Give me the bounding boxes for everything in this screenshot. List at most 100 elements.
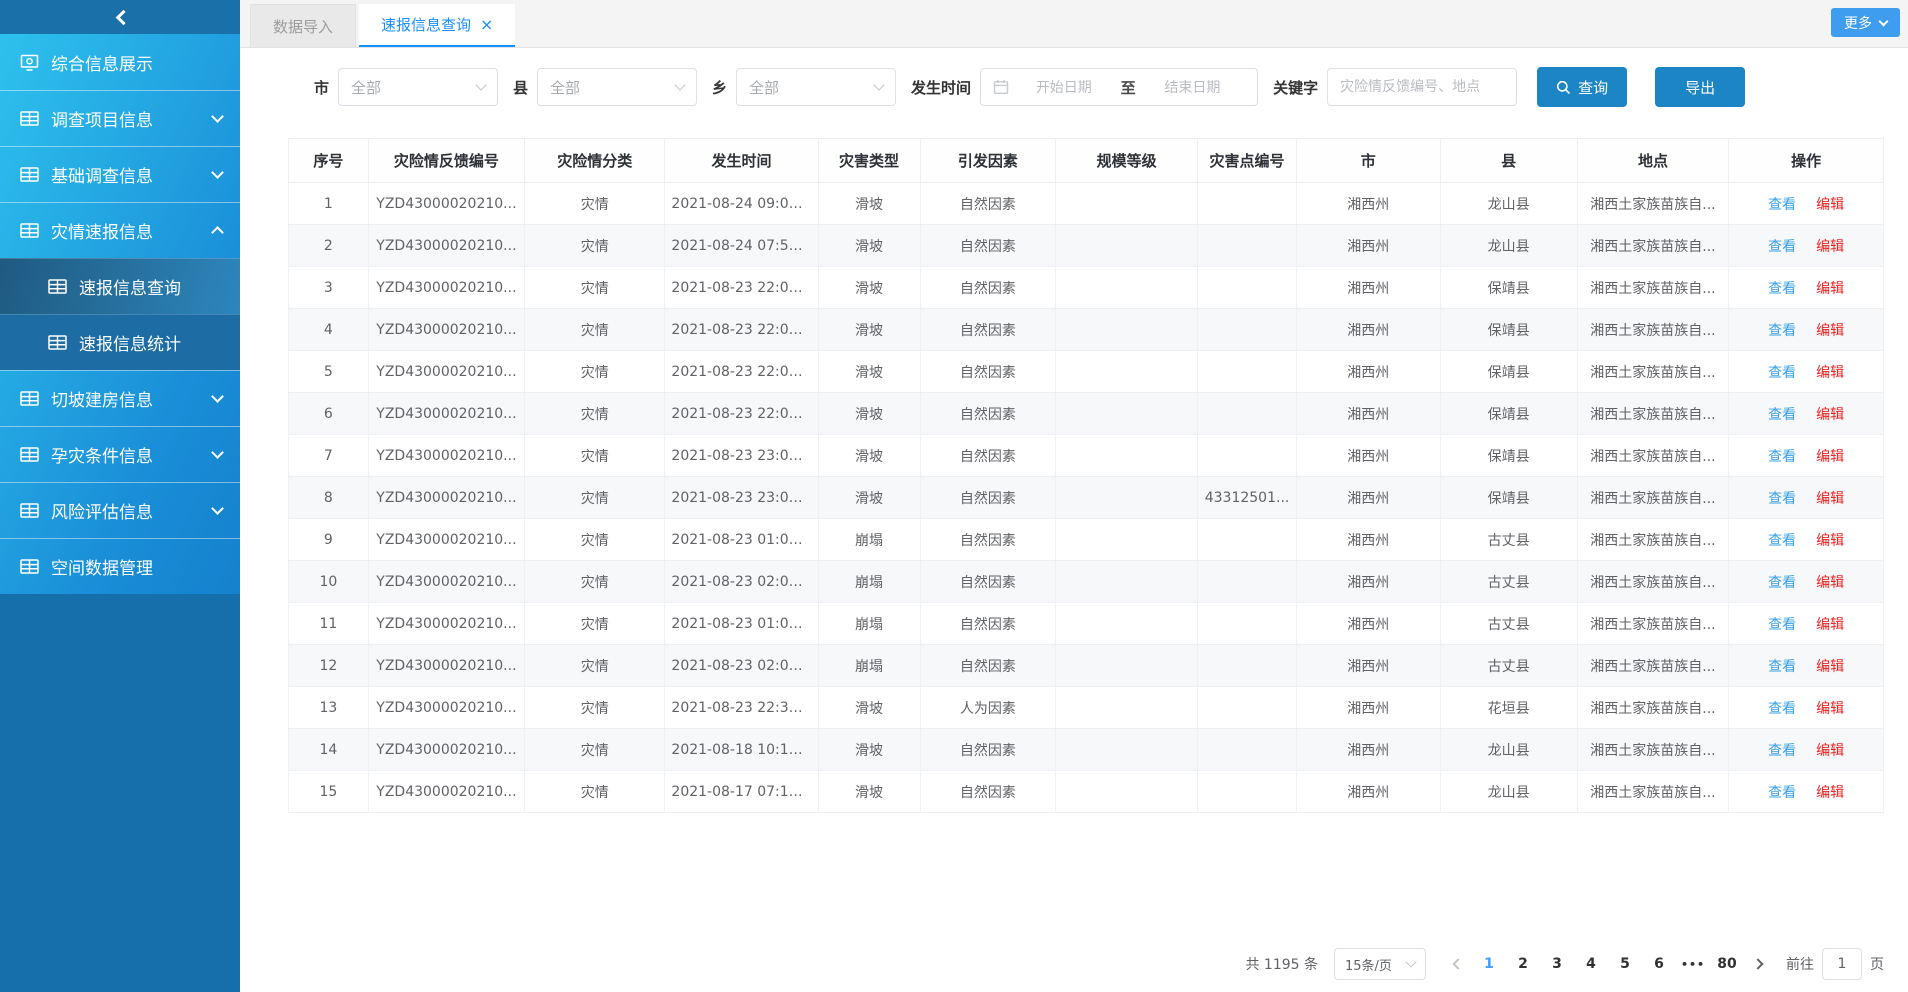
table-cell: 2 — [289, 225, 369, 267]
page-number-2[interactable]: 2 — [1506, 956, 1540, 972]
table-cell: 自然因素 — [920, 645, 1056, 687]
table-cell: 自然因素 — [920, 225, 1056, 267]
table-cell — [1056, 435, 1198, 477]
page-number-3[interactable]: 3 — [1540, 956, 1574, 972]
county-select[interactable]: 全部 — [537, 68, 697, 106]
more-button[interactable]: 更多 — [1831, 8, 1900, 37]
page-number-5[interactable]: 5 — [1608, 956, 1642, 972]
tab-1[interactable]: 数据导入 — [250, 4, 356, 47]
view-link[interactable]: 查看 — [1768, 407, 1796, 423]
sidebar-item-2[interactable]: 调查项目信息 — [0, 90, 240, 146]
tab-label: 数据导入 — [273, 16, 333, 37]
sidebar-item-5[interactable]: 切坡建房信息 — [0, 370, 240, 426]
edit-link[interactable]: 编辑 — [1816, 785, 1844, 801]
view-link[interactable]: 查看 — [1768, 533, 1796, 549]
view-link[interactable]: 查看 — [1768, 365, 1796, 381]
sidebar-item-1[interactable]: 综合信息展示 — [0, 34, 240, 90]
sidebar-item-label: 孕灾条件信息 — [51, 442, 213, 467]
view-link[interactable]: 查看 — [1768, 743, 1796, 759]
edit-link[interactable]: 编辑 — [1816, 281, 1844, 297]
view-link[interactable]: 查看 — [1768, 491, 1796, 507]
edit-link[interactable]: 编辑 — [1816, 365, 1844, 381]
monitor-icon — [20, 54, 39, 71]
table-cell — [1198, 183, 1297, 225]
search-button[interactable]: 查询 — [1537, 67, 1627, 107]
view-link[interactable]: 查看 — [1768, 575, 1796, 591]
edit-link[interactable]: 编辑 — [1816, 491, 1844, 507]
chevron-down-icon — [873, 79, 884, 90]
edit-link[interactable]: 编辑 — [1816, 575, 1844, 591]
table-cell-actions: 查看 编辑 — [1729, 183, 1884, 225]
sidebar-collapse-button[interactable] — [0, 0, 240, 34]
table-cell: 湘西土家族苗族自... — [1577, 729, 1729, 771]
page-number-4[interactable]: 4 — [1574, 956, 1608, 972]
table-cell: 湘西州 — [1296, 687, 1440, 729]
sidebar-subitem-2[interactable]: 速报信息统计 — [0, 314, 240, 370]
chevron-down-icon — [1405, 956, 1416, 967]
table-row: 5YZD43000020210...灾情2021-08-23 22:00:00滑… — [289, 351, 1884, 393]
county-label: 县 — [513, 77, 528, 98]
table-cell: 花垣县 — [1440, 687, 1577, 729]
table-cell: 保靖县 — [1440, 393, 1577, 435]
view-link[interactable]: 查看 — [1768, 449, 1796, 465]
next-page-button[interactable] — [1744, 960, 1772, 968]
sidebar-item-6[interactable]: 孕灾条件信息 — [0, 426, 240, 482]
close-icon[interactable]: × — [480, 17, 493, 33]
prev-page-button[interactable] — [1444, 960, 1472, 968]
view-link[interactable]: 查看 — [1768, 281, 1796, 297]
table-cell — [1198, 351, 1297, 393]
view-link[interactable]: 查看 — [1768, 659, 1796, 675]
sidebar-item-8[interactable]: 空间数据管理 — [0, 538, 240, 594]
table-cell: 保靖县 — [1440, 477, 1577, 519]
keyword-input[interactable] — [1327, 68, 1517, 106]
table-cell: 1 — [289, 183, 369, 225]
town-select-value: 全部 — [749, 77, 875, 98]
column-header: 灾害点编号 — [1198, 139, 1297, 183]
edit-link[interactable]: 编辑 — [1816, 407, 1844, 423]
tab-2[interactable]: 速报信息查询× — [359, 4, 515, 47]
edit-link[interactable]: 编辑 — [1816, 659, 1844, 675]
table-cell: 湘西州 — [1296, 183, 1440, 225]
table-cell — [1056, 771, 1198, 813]
table-cell: 自然因素 — [920, 183, 1056, 225]
column-header: 县 — [1440, 139, 1577, 183]
edit-link[interactable]: 编辑 — [1816, 449, 1844, 465]
view-link[interactable]: 查看 — [1768, 239, 1796, 255]
view-link[interactable]: 查看 — [1768, 701, 1796, 717]
sidebar-item-label: 基础调查信息 — [51, 162, 213, 187]
table-cell: 2021-08-23 22:00:00 — [665, 309, 818, 351]
date-range-picker[interactable]: 开始日期 至 结束日期 — [980, 68, 1258, 106]
edit-link[interactable]: 编辑 — [1816, 239, 1844, 255]
export-button[interactable]: 导出 — [1655, 67, 1745, 107]
table-icon — [20, 167, 39, 182]
view-link[interactable]: 查看 — [1768, 323, 1796, 339]
page-number-1[interactable]: 1 — [1472, 956, 1506, 972]
table-cell: 9 — [289, 519, 369, 561]
town-select[interactable]: 全部 — [736, 68, 896, 106]
edit-link[interactable]: 编辑 — [1816, 701, 1844, 717]
sidebar-item-3[interactable]: 基础调查信息 — [0, 146, 240, 202]
edit-link[interactable]: 编辑 — [1816, 743, 1844, 759]
sidebar-item-4[interactable]: 灾情速报信息 — [0, 202, 240, 258]
table-cell: YZD43000020210... — [368, 225, 524, 267]
occur-time-label: 发生时间 — [911, 77, 971, 98]
more-pages-icon[interactable]: ••• — [1676, 958, 1710, 971]
sidebar-subitem-1[interactable]: 速报信息查询 — [0, 258, 240, 314]
edit-link[interactable]: 编辑 — [1816, 533, 1844, 549]
page-numbers: 123456•••80 — [1472, 956, 1744, 972]
goto-page-input[interactable] — [1822, 948, 1862, 980]
city-select[interactable]: 全部 — [338, 68, 498, 106]
edit-link[interactable]: 编辑 — [1816, 197, 1844, 213]
table-cell: 崩塌 — [818, 561, 920, 603]
table-cell: YZD43000020210... — [368, 561, 524, 603]
page-number-6[interactable]: 6 — [1642, 956, 1676, 972]
edit-link[interactable]: 编辑 — [1816, 323, 1844, 339]
view-link[interactable]: 查看 — [1768, 197, 1796, 213]
view-link[interactable]: 查看 — [1768, 617, 1796, 633]
table-cell: 2021-08-24 07:50:00 — [665, 225, 818, 267]
view-link[interactable]: 查看 — [1768, 785, 1796, 801]
sidebar-item-7[interactable]: 风险评估信息 — [0, 482, 240, 538]
page-size-select[interactable]: 15条/页 — [1334, 948, 1426, 980]
page-number-80[interactable]: 80 — [1710, 956, 1744, 972]
edit-link[interactable]: 编辑 — [1816, 617, 1844, 633]
